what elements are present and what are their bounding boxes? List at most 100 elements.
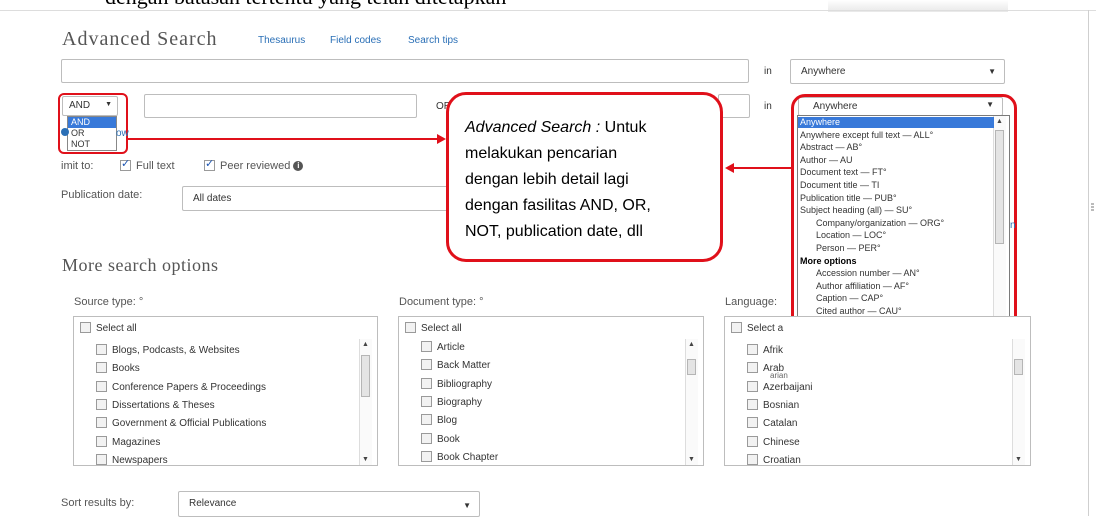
checkbox-list-item[interactable]: Blog	[421, 414, 458, 427]
checkbox-list-item[interactable]: Article	[421, 341, 465, 353]
checkbox-icon[interactable]	[421, 377, 432, 389]
hidden-link-fragment[interactable]: n	[1010, 220, 1016, 231]
scroll-up-icon[interactable]: ▲	[362, 341, 369, 348]
info-icon[interactable]: i	[293, 161, 304, 172]
scroll-thumb[interactable]	[361, 355, 370, 397]
checkbox-list-item[interactable]: Magazines	[96, 435, 161, 448]
checkbox-icon[interactable]	[96, 435, 107, 447]
checkbox-icon[interactable]	[421, 359, 432, 371]
full-text-checkbox[interactable]: Full text	[120, 157, 175, 172]
checkbox-icon[interactable]	[80, 322, 91, 333]
operator-arrow-line	[128, 138, 438, 140]
screenshot-top-border	[0, 10, 1096, 11]
checkbox-icon[interactable]	[421, 414, 432, 426]
source-type-panel: Select all ▲ ▼ Blogs, Podcasts, & Websit…	[73, 316, 378, 466]
checkbox-list-item[interactable]: Chinese	[747, 435, 800, 448]
checkbox-list-item[interactable]: Dissertations & Theses	[96, 398, 215, 412]
checkbox-icon[interactable]	[747, 417, 758, 429]
scroll-up-icon[interactable]: ▲	[688, 341, 695, 348]
language-panel: Select a ▼ Afrik Arab Azerbaijani Bosnian Ca…	[724, 316, 1031, 466]
checkbox-list-item[interactable]: Afrik	[747, 344, 783, 357]
checkbox-list-item[interactable]: Blogs, Podcasts, & Websites	[96, 344, 240, 356]
language-scrollbar[interactable]: ▼	[1012, 339, 1025, 465]
checkbox-list-item[interactable]: Conference Papers & Proceedings	[96, 380, 266, 393]
document-scrollbar[interactable]: ▲ ▼	[685, 339, 698, 465]
scroll-thumb[interactable]	[687, 359, 696, 375]
checkbox-icon[interactable]	[405, 322, 416, 333]
scroll-thumb[interactable]	[1014, 359, 1023, 375]
page-scrollbar-track[interactable]	[1088, 10, 1089, 516]
source-scrollbar[interactable]: ▲ ▼	[359, 339, 372, 465]
checkbox-list-item[interactable]: Books	[96, 362, 140, 374]
thesaurus-link[interactable]: Thesaurus	[258, 35, 305, 46]
checkbox-icon[interactable]	[747, 380, 758, 392]
language-overlap-fragment: arian	[770, 371, 788, 380]
scroll-down-icon[interactable]: ▼	[362, 456, 369, 463]
checkbox-list-item[interactable]: Newspapers	[96, 453, 168, 466]
publication-date-select[interactable]: All dates	[182, 186, 448, 211]
checkbox-icon[interactable]	[731, 322, 742, 333]
checkbox-icon[interactable]	[96, 362, 107, 374]
checkbox-item-label: Conference Papers & Proceedings	[112, 381, 266, 393]
checkbox-list-item[interactable]: Azerbaijani	[747, 380, 812, 393]
language-select-all[interactable]: Select a	[731, 322, 783, 334]
checkbox-icon[interactable]	[96, 344, 107, 355]
checkbox-list-item[interactable]: Catalan	[747, 417, 797, 429]
callout-line-2: melakukan pencarian	[465, 145, 618, 162]
add-row-icon[interactable]	[61, 128, 69, 136]
checkbox-icon[interactable]	[747, 435, 758, 447]
callout-line-3: dengan lebih detail lagi	[465, 171, 629, 188]
checkbox-icon[interactable]	[421, 432, 432, 444]
document-type-label: Document type: °	[399, 296, 484, 308]
checkbox-list-item[interactable]: Government & Official Publications	[96, 417, 266, 429]
publication-date-label: Publication date:	[61, 189, 143, 201]
checkbox-icon[interactable]	[421, 395, 432, 407]
in-label-2: in	[764, 101, 772, 112]
field-codes-link[interactable]: Field codes	[330, 35, 381, 46]
checkbox-icon[interactable]	[747, 362, 758, 374]
checkbox-item-label: Book	[437, 433, 460, 445]
checkbox-icon[interactable]	[421, 450, 432, 462]
arrow-right-icon	[437, 134, 446, 144]
checkbox-list-item[interactable]: Book	[421, 432, 460, 445]
annotation-callout: Advanced Search : Untuk melakukan pencar…	[446, 92, 723, 262]
checkbox-list-item[interactable]: Bosnian	[747, 398, 799, 411]
search-term-input-1[interactable]	[61, 59, 749, 83]
source-select-all[interactable]: Select all	[80, 322, 137, 334]
checkbox-item-label: Bibliography	[437, 378, 493, 390]
checkbox-item-label: Back Matter	[437, 360, 491, 372]
checkbox-icon[interactable]	[421, 341, 432, 352]
checkbox-item-label: Afrik	[763, 345, 783, 357]
search-term-input-2[interactable]	[144, 94, 417, 118]
search-field-select-1[interactable]: Anywhere ▼	[790, 59, 1005, 84]
checkbox-item-label: Blog	[437, 415, 458, 427]
checkbox-icon[interactable]	[120, 157, 131, 171]
page-scrollbar-grip[interactable]	[1089, 200, 1096, 214]
checkbox-icon[interactable]	[96, 380, 107, 392]
checkbox-icon[interactable]	[747, 344, 758, 355]
checkbox-list-item[interactable]: Biography	[421, 395, 482, 408]
checkbox-item-label: Magazines	[112, 436, 161, 448]
language-label: Language:	[725, 296, 777, 308]
scroll-down-icon[interactable]: ▼	[688, 456, 695, 463]
checkbox-item-label: Dissertations & Theses	[112, 400, 215, 412]
checkbox-icon[interactable]	[96, 417, 107, 429]
checkbox-icon[interactable]	[204, 157, 215, 171]
checkbox-list-item[interactable]: Book Chapter	[421, 450, 498, 463]
checkbox-icon[interactable]	[96, 398, 107, 410]
checkbox-item-label: Croatian	[763, 454, 801, 466]
document-select-all[interactable]: Select all	[405, 322, 462, 335]
checkbox-list-item[interactable]: Croatian	[747, 453, 801, 466]
checkbox-icon[interactable]	[747, 398, 758, 410]
select-all-label: Select all	[421, 323, 462, 335]
peer-reviewed-checkbox[interactable]: Peer reviewed i	[204, 157, 304, 172]
callout-line-4: dengan fasilitas AND, OR,	[465, 197, 651, 214]
sort-select[interactable]: Relevance ▼	[178, 491, 480, 517]
scroll-down-icon[interactable]: ▼	[1015, 456, 1022, 463]
checkbox-list-item[interactable]: Back Matter	[421, 359, 491, 372]
add-row-link[interactable]: ow	[116, 128, 129, 139]
checkbox-list-item[interactable]: Bibliography	[421, 377, 493, 390]
checkbox-icon[interactable]	[96, 453, 107, 465]
checkbox-icon[interactable]	[747, 453, 758, 465]
search-tips-link[interactable]: Search tips	[408, 35, 458, 46]
